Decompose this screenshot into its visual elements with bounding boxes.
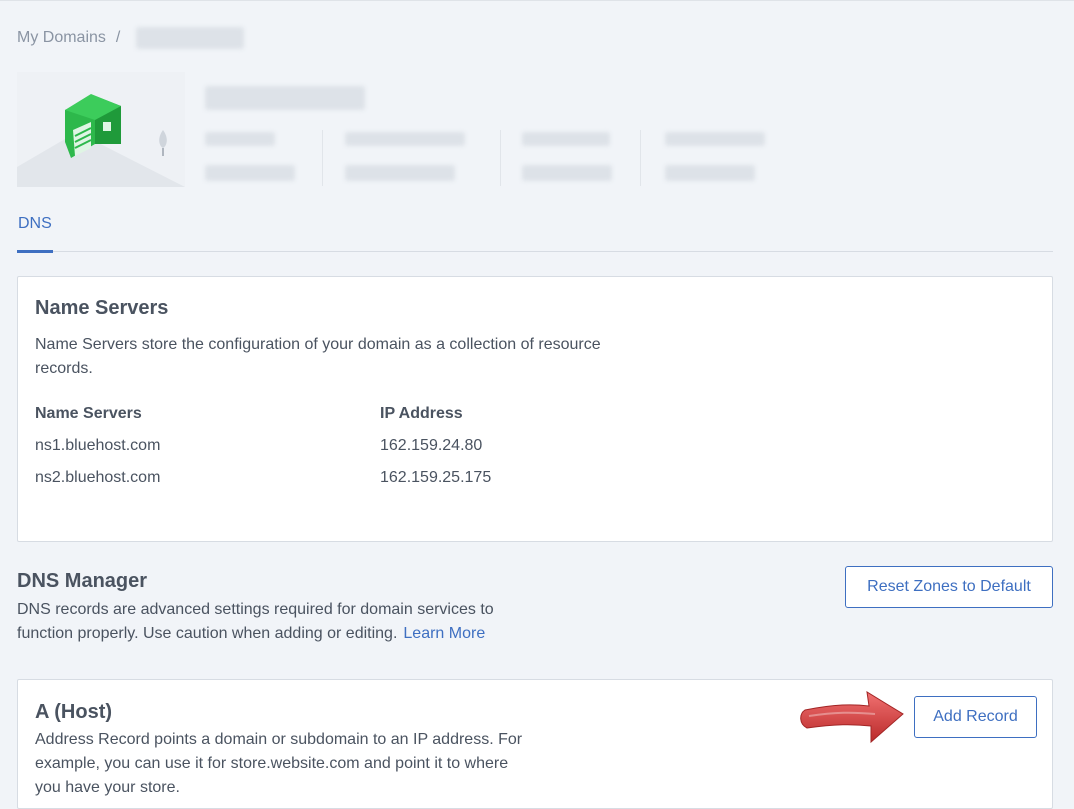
meta-divider bbox=[500, 130, 501, 186]
red-arrow-icon bbox=[800, 691, 904, 744]
breadcrumb-current-domain-redacted bbox=[136, 27, 245, 49]
house-icon bbox=[17, 72, 185, 187]
name-servers-card: Name Servers Name Servers store the conf… bbox=[17, 276, 1053, 542]
a-host-description: Address Record points a domain or subdom… bbox=[35, 731, 523, 796]
name-server-value: ns2.bluehost.com bbox=[35, 469, 161, 486]
ip-address-value: 162.159.24.80 bbox=[380, 437, 483, 454]
dns-manager-description: DNS records are advanced settings requir… bbox=[17, 598, 537, 646]
meta-divider bbox=[322, 130, 323, 186]
learn-more-link[interactable]: Learn More bbox=[403, 625, 485, 642]
tab-dns[interactable]: DNS bbox=[17, 206, 53, 253]
meta-field-1-redacted bbox=[205, 132, 295, 186]
column-header-ip-address: IP Address bbox=[380, 405, 463, 422]
dns-manager-title: DNS Manager bbox=[17, 570, 148, 592]
domain-name-redacted bbox=[205, 86, 365, 110]
a-host-title: A (Host) bbox=[35, 701, 113, 723]
meta-field-3-redacted bbox=[522, 132, 612, 186]
meta-field-4-redacted bbox=[665, 132, 765, 186]
breadcrumb-my-domains[interactable]: My Domains bbox=[17, 29, 106, 47]
ip-address-value: 162.159.25.175 bbox=[380, 469, 492, 486]
top-border bbox=[0, 0, 1074, 1]
name-servers-title: Name Servers bbox=[35, 297, 169, 319]
tab-bar: DNS bbox=[17, 206, 1053, 253]
breadcrumb-separator: / bbox=[115, 29, 121, 46]
meta-field-2-redacted bbox=[345, 132, 465, 186]
reset-zones-button[interactable]: Reset Zones to Default bbox=[845, 566, 1053, 608]
add-record-button[interactable]: Add Record bbox=[914, 696, 1037, 738]
column-header-name-servers: Name Servers bbox=[35, 405, 142, 422]
breadcrumb: My Domains / bbox=[17, 27, 245, 49]
meta-divider bbox=[640, 130, 641, 186]
name-server-value: ns1.bluehost.com bbox=[35, 437, 161, 454]
name-servers-description: Name Servers store the configuration of … bbox=[35, 336, 601, 377]
